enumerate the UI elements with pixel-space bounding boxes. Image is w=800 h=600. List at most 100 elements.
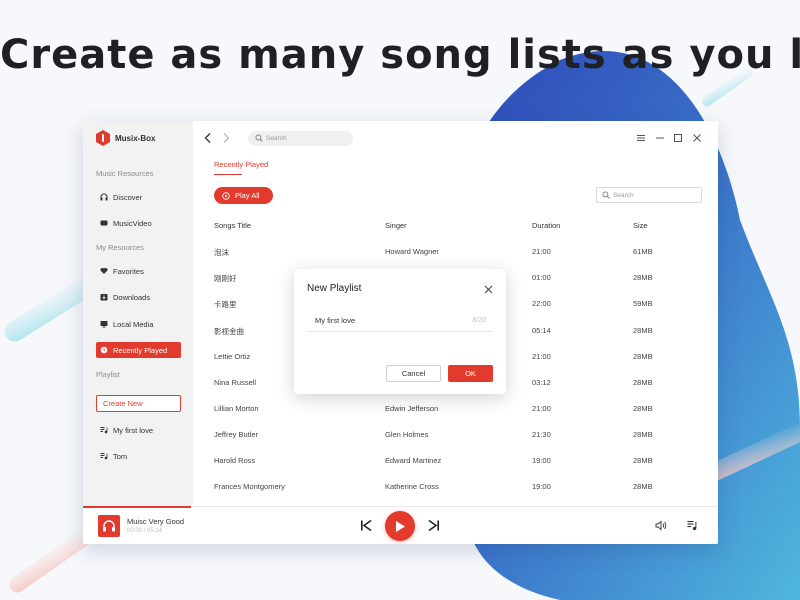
menu-icon[interactable] <box>636 133 646 143</box>
sidebar-item-discover[interactable]: Discover <box>96 189 181 205</box>
cell-size: 28MB <box>633 404 653 413</box>
section-my-resources: My Resources <box>96 243 144 252</box>
cell-size: 61MB <box>633 247 653 256</box>
maximize-icon[interactable] <box>673 133 683 143</box>
volume-icon[interactable] <box>655 520 667 531</box>
cell-duration: 19:00 <box>532 456 551 465</box>
top-search-input[interactable]: Search <box>248 131 353 146</box>
sidebar-item-music-video[interactable]: MusicVideo <box>96 215 181 231</box>
cell-size: 28MB <box>633 352 653 361</box>
cell-title: Frances Montgomery <box>214 482 285 491</box>
cell-duration: 21:00 <box>532 352 551 361</box>
sidebar-item-label: MusicVideo <box>113 218 152 228</box>
table-search-placeholder: Search <box>613 191 634 199</box>
section-playlist: Playlist <box>96 370 120 379</box>
cell-title: 影视金曲 <box>214 327 244 336</box>
cell-duration: 05:14 <box>532 326 551 335</box>
sidebar-item-label: Recently Played <box>113 345 168 355</box>
table-row[interactable]: Harold Ross Edward Martinez 19:00 28MB <box>214 456 704 482</box>
search-icon <box>255 134 263 142</box>
playlist-name-value: My first love <box>315 316 356 325</box>
headline: Create as many song lists as you like! <box>0 32 800 78</box>
minimize-icon[interactable] <box>655 133 665 143</box>
cell-duration: 03:12 <box>532 378 551 387</box>
app-logo: Musix-Box <box>96 130 155 146</box>
sidebar-item-label: Downloads <box>113 292 151 302</box>
cell-title: Jeffrey Butler <box>214 430 259 439</box>
playlist-name-input[interactable]: My first love 8/20 <box>307 310 492 332</box>
column-header-duration: Duration <box>532 221 561 230</box>
sidebar-item-recently-played[interactable]: Recently Played <box>96 342 181 358</box>
sidebar-item-label: Favorites <box>113 266 144 276</box>
cell-singer: Edward Martinez <box>385 456 442 465</box>
sidebar-item-favorites[interactable]: Favorites <box>96 263 181 279</box>
back-arrow-icon[interactable] <box>203 132 213 144</box>
download-icon <box>100 293 108 301</box>
tab-underline <box>214 174 242 175</box>
sidebar-item-local-media[interactable]: Local Media <box>96 316 181 332</box>
cell-singer: Howard Wagner <box>385 247 439 256</box>
cell-duration: 19:00 <box>532 482 551 491</box>
cell-size: 28MB <box>633 326 653 335</box>
column-header-title: Songs Title <box>214 221 252 230</box>
play-icon <box>396 520 405 532</box>
playback-progress[interactable] <box>83 506 191 508</box>
next-track-icon[interactable] <box>428 519 440 532</box>
column-header-size: Size <box>633 221 648 230</box>
cell-size: 28MB <box>633 456 653 465</box>
tab-recently-played[interactable]: Recently Played <box>214 160 268 169</box>
player-bar: Muisc Very Good 00:00 / 05:14 <box>83 506 718 544</box>
table-row[interactable]: Frances Montgomery Katherine Cross 19:00… <box>214 482 704 508</box>
cell-size: 28MB <box>633 430 653 439</box>
now-playing-title: Muisc Very Good <box>127 517 185 526</box>
table-search-input[interactable]: Search <box>596 187 702 203</box>
close-icon[interactable] <box>484 285 493 294</box>
cell-size: 28MB <box>633 273 653 282</box>
sidebar-item-label: Tom <box>113 451 128 461</box>
new-playlist-dialog: New Playlist My first love 8/20 Cancel O… <box>294 269 506 394</box>
search-icon <box>602 191 610 199</box>
table-row[interactable]: Jeffrey Butler Glen Holmes 21:30 28MB <box>214 430 704 456</box>
now-playing-time: 00:00 / 05:14 <box>127 528 163 534</box>
create-new-button[interactable]: Create New <box>96 395 181 412</box>
app-name: Musix-Box <box>115 133 156 143</box>
close-icon[interactable] <box>692 133 702 143</box>
sidebar-item-playlist[interactable]: My first love <box>96 422 181 438</box>
cell-title: Lillian Morton <box>214 404 259 413</box>
playlist-icon <box>100 452 108 460</box>
play-all-button[interactable]: Play All <box>214 187 273 204</box>
play-all-label: Play All <box>235 191 260 200</box>
album-cover[interactable] <box>98 515 120 537</box>
cell-duration: 21:30 <box>532 430 551 439</box>
cell-title: 刚刚好 <box>214 274 237 283</box>
sidebar-item-downloads[interactable]: Downloads <box>96 289 181 305</box>
top-bar: Search <box>193 121 718 155</box>
sidebar-item-label: Local Media <box>113 319 154 329</box>
sidebar-item-playlist[interactable]: Tom <box>96 448 181 464</box>
top-search-placeholder: Search <box>266 135 287 142</box>
cell-singer: Glen Holmes <box>385 430 429 439</box>
playlist-queue-icon[interactable] <box>687 520 698 531</box>
cell-title: 泡沫 <box>214 248 229 257</box>
cancel-button[interactable]: Cancel <box>386 365 441 382</box>
headphones-icon <box>100 193 108 201</box>
video-icon <box>100 219 108 227</box>
cell-size: 59MB <box>633 299 653 308</box>
heart-icon <box>100 267 108 275</box>
cell-title: Nina Russell <box>214 378 257 387</box>
play-button[interactable] <box>385 511 415 541</box>
playlist-icon <box>100 426 108 434</box>
section-music-resources: Music Resources <box>96 169 154 178</box>
cell-duration: 01:00 <box>532 273 551 282</box>
cell-title: 卡路里 <box>214 300 237 309</box>
clock-icon <box>100 346 108 354</box>
previous-track-icon[interactable] <box>360 519 372 532</box>
sidebar: Musix-Box Music Resources Discover Music… <box>83 121 193 506</box>
ok-button[interactable]: OK <box>448 365 493 382</box>
table-row[interactable]: Lillian Morton Edwin Jefferson 21:00 28M… <box>214 404 704 430</box>
stage: Create as many song lists as you like! M… <box>0 0 800 600</box>
cell-singer: Edwin Jefferson <box>385 404 439 413</box>
cell-title: Harold Ross <box>214 456 256 465</box>
sidebar-item-label: Discover <box>113 192 143 202</box>
forward-arrow-icon[interactable] <box>221 132 231 144</box>
